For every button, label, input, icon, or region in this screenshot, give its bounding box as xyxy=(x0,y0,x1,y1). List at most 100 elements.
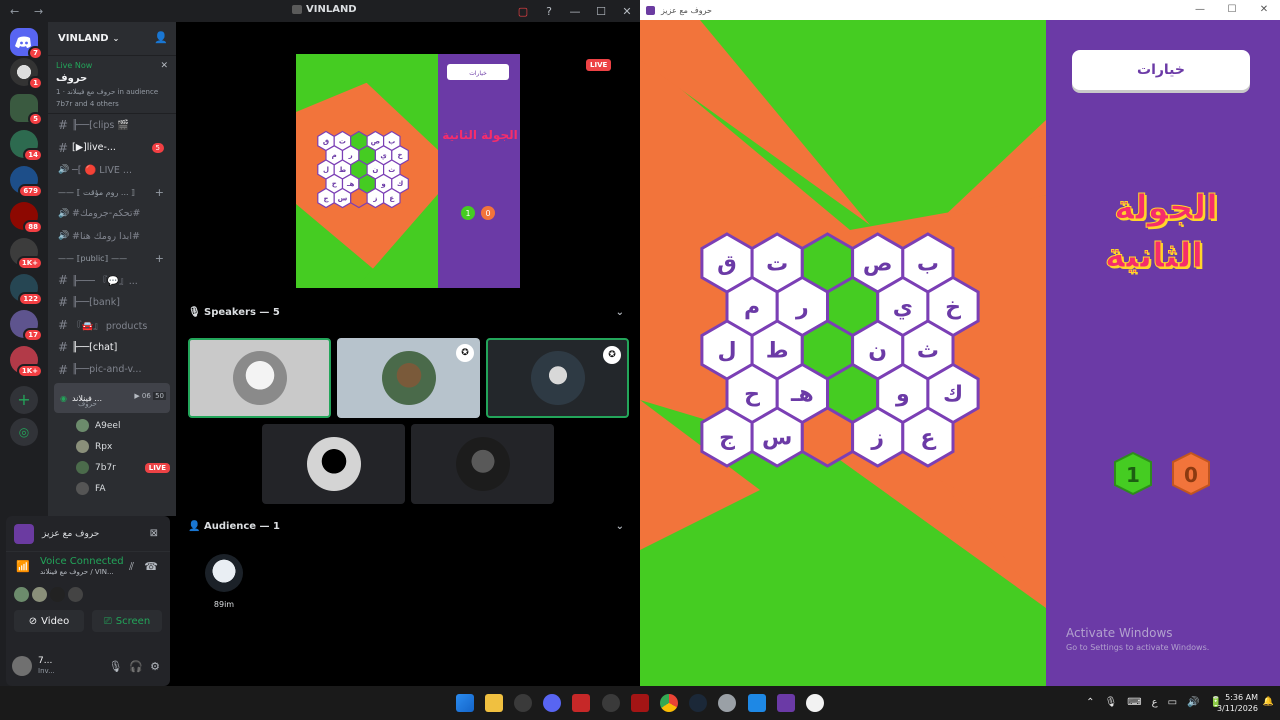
tray-icon[interactable]: 🎙 xyxy=(1105,697,1118,708)
voice-user[interactable]: FA xyxy=(48,478,176,499)
stop-activity-icon[interactable]: ⊠ xyxy=(150,528,158,539)
board-letter: ث xyxy=(917,339,939,364)
voice-channel-item[interactable]: 🔊 #تحكم-جرومك# xyxy=(48,203,176,226)
speaker-tile[interactable]: ✪ xyxy=(486,338,629,418)
chrome-icon[interactable] xyxy=(660,694,678,712)
voicemeeter-icon[interactable] xyxy=(572,694,590,712)
speakers-header[interactable]: 🎙 Speakers — 5 ⌄ xyxy=(188,302,628,322)
video-button[interactable]: ⊘ Video xyxy=(14,610,84,632)
avatar[interactable] xyxy=(12,656,32,676)
server-icon[interactable]: 88 xyxy=(10,202,43,234)
close-button[interactable]: ✕ xyxy=(1248,0,1280,20)
audience-header[interactable]: 👤 Audience — 1 ⌄ xyxy=(188,516,628,536)
text-channel-item[interactable]: # ╟─── 『💬』... xyxy=(48,269,176,292)
add-channel-icon[interactable]: + xyxy=(155,252,164,265)
steam-icon[interactable] xyxy=(689,694,707,712)
text-channel-item[interactable]: # 『🚘』 products xyxy=(48,314,176,337)
close-button[interactable]: ✕ xyxy=(614,5,640,18)
gear-icon[interactable]: ⚙ xyxy=(150,660,160,673)
settings-icon[interactable] xyxy=(718,694,736,712)
help-icon[interactable]: ? xyxy=(536,5,562,18)
tray-icon[interactable]: ▭ xyxy=(1168,697,1177,708)
voice-user[interactable]: Rpx xyxy=(48,436,176,457)
text-channel-item[interactable]: # ╟──[chat] xyxy=(48,336,176,359)
tray-icon[interactable]: ⌃ xyxy=(1086,697,1094,708)
file-explorer-icon[interactable] xyxy=(485,694,503,712)
server-icon[interactable]: 14 xyxy=(10,130,43,162)
speaker-tile[interactable] xyxy=(188,338,331,418)
close-icon[interactable]: ✕ xyxy=(160,61,168,71)
voice-channel-item[interactable]: 🔊 #ابدا رومك هنا# xyxy=(48,225,176,248)
forward-arrow-icon[interactable]: → xyxy=(34,5,48,18)
tray-icon[interactable]: ⌨ xyxy=(1127,697,1141,708)
server-icon[interactable]: 122 xyxy=(10,274,43,306)
discord-home-icon[interactable]: 7 xyxy=(10,28,43,60)
channel-category[interactable]: —— ⟦public⟧ —— + xyxy=(48,248,176,269)
server-icon[interactable]: 17 xyxy=(10,310,43,342)
voice-channel-active[interactable]: ◉ فينلاند ... حروف ▶ 06 50 xyxy=(54,383,170,413)
server-icon[interactable]: 1K+ xyxy=(10,238,43,270)
voice-user[interactable]: 7b7r LIVE xyxy=(48,457,176,478)
options-button[interactable]: خيارات xyxy=(1072,50,1250,90)
mini-board-letter: ث xyxy=(388,166,395,174)
server-icon-vinland[interactable]: 5 xyxy=(10,94,43,126)
text-channel-item[interactable]: # ╟──[clips 🎬 xyxy=(48,114,176,137)
live-now-card[interactable]: Live Now ✕ حروف حروف مع فينلاند · 1 in au… xyxy=(48,56,176,114)
server-icon[interactable]: 1K+ xyxy=(10,346,43,378)
add-channel-icon[interactable]: + xyxy=(155,186,164,199)
speaker-tile[interactable]: ✪ xyxy=(337,338,480,418)
voice-user[interactable]: A9eel xyxy=(48,415,176,436)
photos-icon[interactable] xyxy=(748,694,766,712)
app-icon[interactable] xyxy=(602,694,620,712)
speaker-tile[interactable] xyxy=(411,424,554,504)
app-icon[interactable] xyxy=(806,694,824,712)
clock[interactable]: 5:36 AM 3/11/2026 xyxy=(1217,692,1258,714)
server-icon[interactable]: 679 xyxy=(10,166,43,198)
board-letter: ر xyxy=(795,295,809,320)
game-taskbar-icon[interactable] xyxy=(777,694,795,712)
minimize-button[interactable]: — xyxy=(562,5,588,18)
screen-button[interactable]: ⎚ Screen xyxy=(92,610,162,632)
speaker-tile[interactable] xyxy=(262,424,405,504)
chevron-down-icon[interactable]: ⌄ xyxy=(616,521,624,532)
tray-icon[interactable]: ع xyxy=(1152,697,1158,708)
mini-options-label: خيارات xyxy=(469,70,487,77)
text-channel-item[interactable]: # [▶︎]live-... 5 xyxy=(48,137,176,160)
maximize-button[interactable]: ☐ xyxy=(588,5,614,18)
disconnect-icon[interactable]: ☎ xyxy=(144,560,158,573)
headphones-icon[interactable]: 🎧 xyxy=(129,660,143,673)
media-buttons: ⊘ Video ⎚ Screen xyxy=(6,606,170,636)
screen-share-stream[interactable]: ق ت ص ب م ر ي خ ل ط ن ث ح هـ و ك ج س ز ع خيارات الجولة الثا… xyxy=(296,54,520,288)
tray-icon[interactable]: 🔊 xyxy=(1187,697,1199,708)
notification-bell-icon[interactable]: 🔔 xyxy=(1263,697,1274,707)
mini-board-letter: ص xyxy=(371,137,380,145)
board-cell[interactable] xyxy=(800,406,855,468)
text-channel-item[interactable]: # ╟──[bank] xyxy=(48,291,176,314)
invite-people-icon[interactable]: 👤 xyxy=(154,31,168,44)
microphone-icon[interactable]: 🎙 xyxy=(108,660,122,673)
channel-category[interactable]: —— ⟦ روم مؤقت ... ⟧ + xyxy=(48,182,176,203)
discord-taskbar-icon[interactable] xyxy=(543,694,561,712)
audience-name: 89im xyxy=(213,600,235,609)
inbox-icon[interactable]: ▢ xyxy=(510,5,536,18)
server-header[interactable]: VINLAND ⌄ 👤 xyxy=(48,22,176,56)
minimize-button[interactable]: — xyxy=(1184,0,1216,20)
voice-channel-item[interactable]: 🔊 ─[ 🔴 LIVE ... xyxy=(48,159,176,182)
dzl-icon[interactable] xyxy=(631,694,649,712)
activity-row[interactable]: حروف مع عزيز ⊠ xyxy=(6,516,170,552)
discover-icon[interactable]: ◎ xyxy=(10,418,38,446)
board-letter: ل xyxy=(717,339,736,364)
app-icon[interactable] xyxy=(514,694,532,712)
dm-avatar[interactable]: 1 xyxy=(10,58,43,90)
audience-member[interactable]: 89im xyxy=(204,554,244,609)
start-icon[interactable] xyxy=(456,694,474,712)
avatar xyxy=(50,586,65,602)
audience-label: Audience — 1 xyxy=(204,520,280,532)
chevron-down-icon[interactable]: ⌄ xyxy=(616,307,624,318)
unread-badge: 88 xyxy=(23,220,43,234)
text-channel-item[interactable]: # ╟──pic-and-v... xyxy=(48,359,176,382)
back-arrow-icon[interactable]: ← xyxy=(10,5,24,18)
noise-suppression-icon[interactable]: ⫽ xyxy=(129,560,134,574)
maximize-button[interactable]: ☐ xyxy=(1216,0,1248,20)
add-server-icon[interactable]: + xyxy=(10,386,38,414)
